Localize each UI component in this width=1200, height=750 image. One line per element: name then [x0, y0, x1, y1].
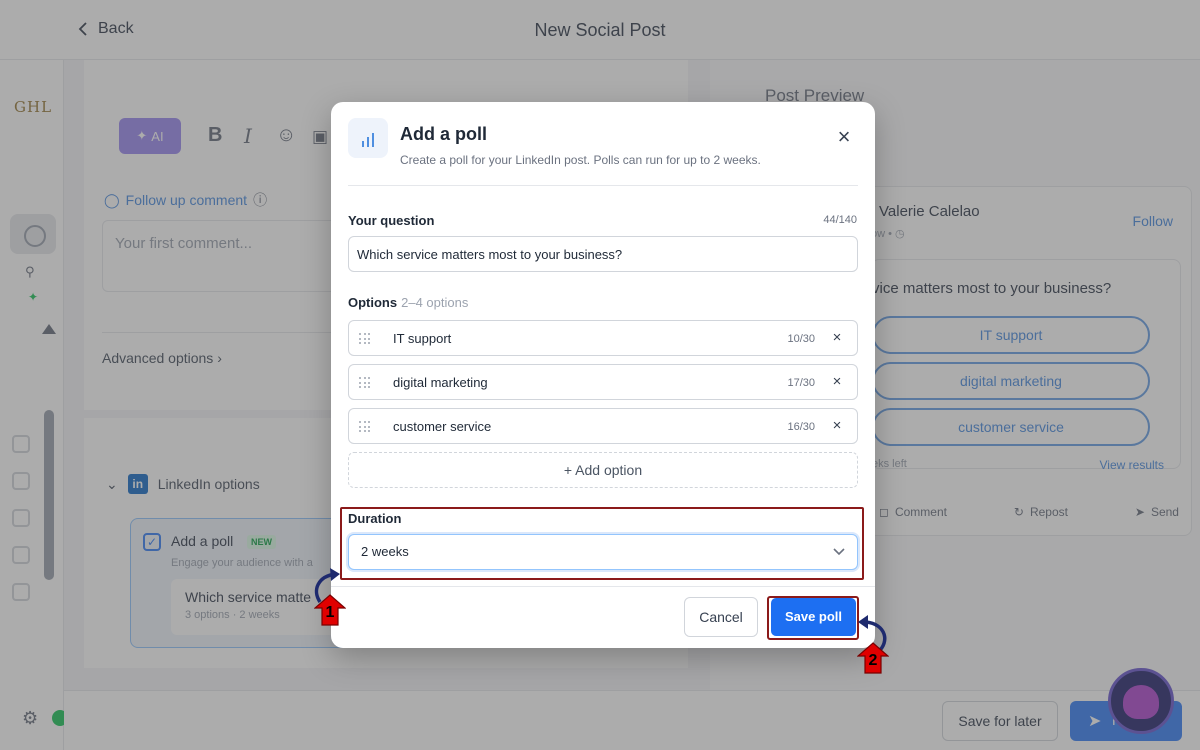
poll-option-text[interactable]: digital marketing	[393, 375, 488, 390]
options-hint: 2–4 options	[401, 295, 469, 310]
remove-option-icon[interactable]: ×	[827, 372, 847, 392]
poll-option-row[interactable]: IT support 10/30 ×	[348, 320, 858, 356]
modal-title: Add a poll	[400, 124, 487, 144]
remove-option-icon[interactable]: ×	[827, 328, 847, 348]
drag-handle-icon[interactable]	[359, 333, 371, 345]
duration-highlight	[340, 507, 864, 580]
poll-option-text[interactable]: IT support	[393, 331, 451, 346]
poll-option-count: 16/30	[787, 421, 815, 433]
divider	[331, 586, 875, 587]
options-label-text: Options	[348, 295, 398, 310]
modal-subtitle: Create a poll for your LinkedIn post. Po…	[400, 153, 761, 167]
poll-option-text[interactable]: customer service	[393, 419, 491, 434]
poll-option-count: 17/30	[787, 377, 815, 389]
poll-option-count: 10/30	[787, 333, 815, 345]
save-highlight	[767, 596, 859, 640]
options-label: Options 2–4 options	[348, 295, 468, 310]
drag-handle-icon[interactable]	[359, 377, 371, 389]
divider	[348, 185, 858, 186]
step2-number: 2	[868, 652, 878, 669]
step1-number: 1	[325, 604, 335, 621]
close-icon[interactable]: ×	[831, 124, 857, 150]
remove-option-icon[interactable]: ×	[827, 416, 847, 436]
add-option-button[interactable]: + Add option	[348, 452, 858, 488]
question-input[interactable]	[348, 236, 858, 272]
poll-option-row[interactable]: digital marketing 17/30 ×	[348, 364, 858, 400]
step1-badge: 1	[313, 594, 347, 626]
question-label: Your question	[348, 213, 435, 228]
step2-badge: 2	[856, 642, 890, 674]
poll-chart-icon	[348, 118, 388, 158]
drag-handle-icon[interactable]	[359, 421, 371, 433]
poll-option-row[interactable]: customer service 16/30 ×	[348, 408, 858, 444]
cancel-button[interactable]: Cancel	[684, 597, 758, 637]
question-char-count: 44/140	[823, 214, 857, 226]
